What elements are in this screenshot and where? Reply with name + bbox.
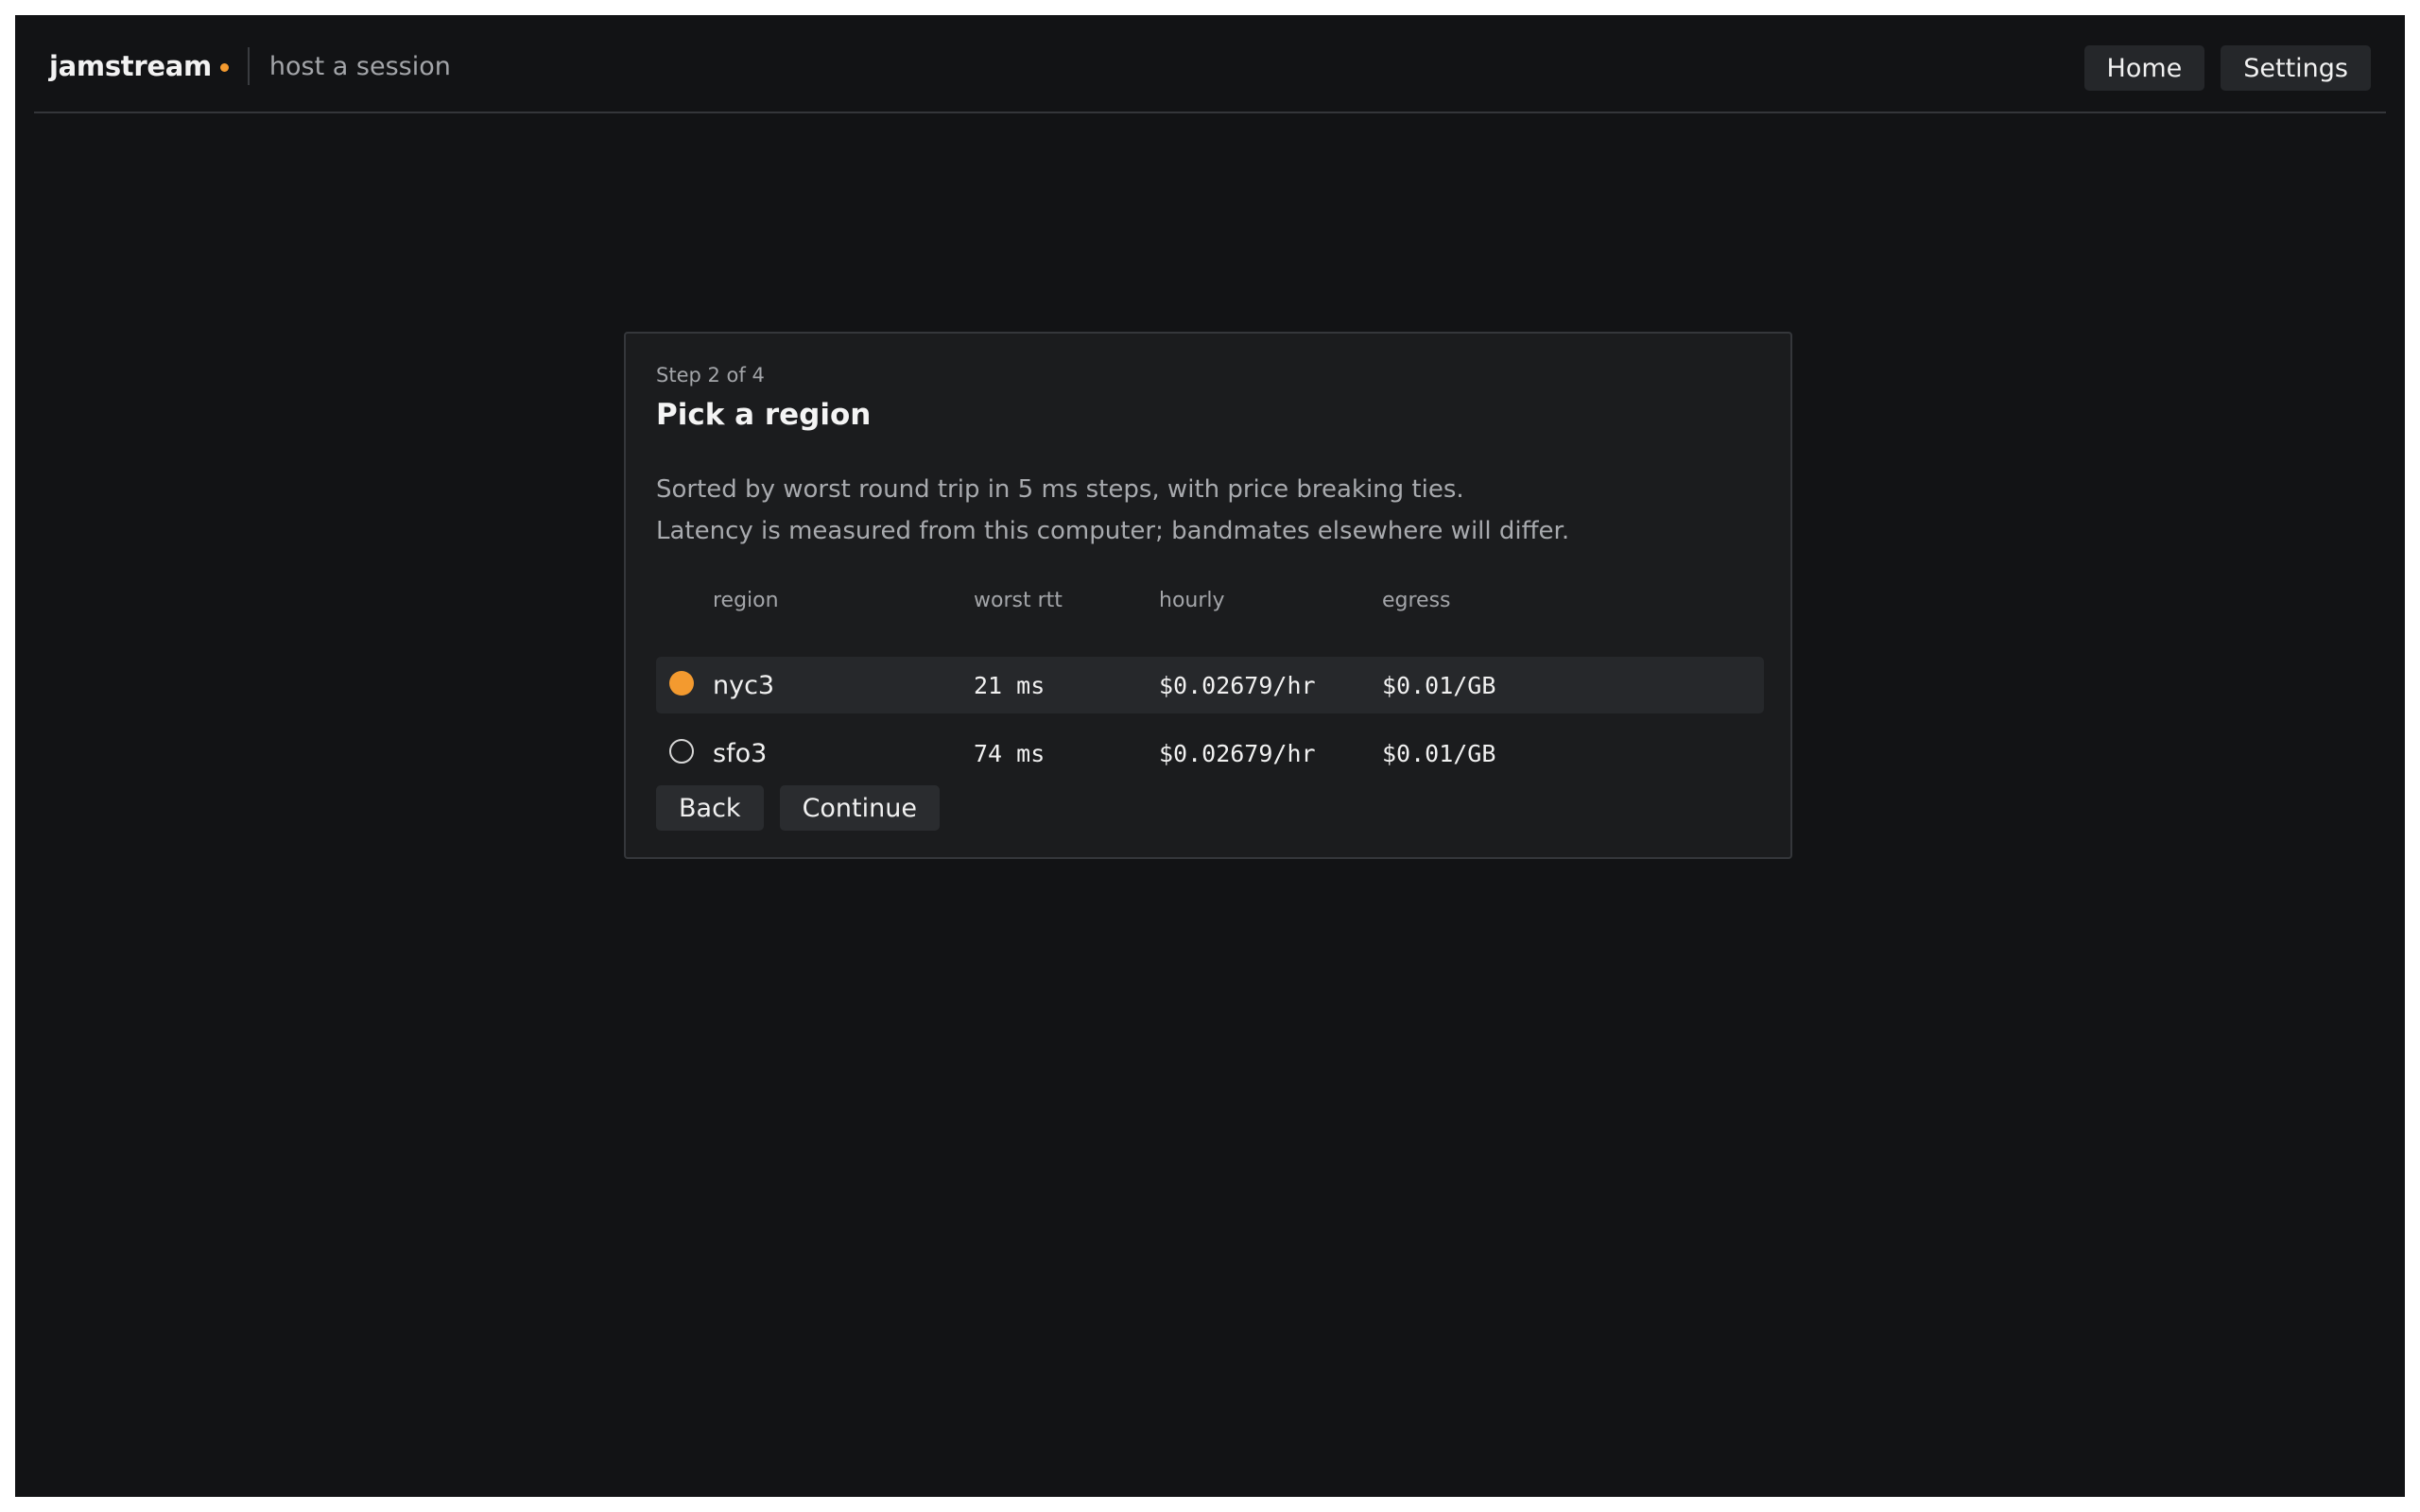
top-bar: jamstream host a session Home Settings xyxy=(34,15,2386,113)
region-hourly: $0.02679/hr xyxy=(1159,671,1316,699)
settings-button[interactable]: Settings xyxy=(2221,45,2371,91)
region-egress: $0.01/GB xyxy=(1382,739,1496,767)
region-row-sfo3[interactable]: sfo3 74 ms $0.02679/hr $0.01/GB xyxy=(656,725,1764,782)
brand: jamstream host a session xyxy=(49,47,451,85)
app-name: jamstream xyxy=(49,50,212,82)
card-title: Pick a region xyxy=(656,398,872,432)
column-header-region: region xyxy=(713,589,779,612)
table-header: region worst rtt hourly egress xyxy=(656,589,1764,619)
column-header-egress: egress xyxy=(1382,589,1451,612)
brand-divider xyxy=(247,47,250,85)
region-rtt: 21 ms xyxy=(974,671,1046,699)
wizard-actions: Back Continue xyxy=(656,785,940,831)
description-line: Sorted by worst round trip in 5 ms steps… xyxy=(656,475,1464,504)
step-indicator: Step 2 of 4 xyxy=(656,364,765,387)
region-picker-card: Step 2 of 4 Pick a region Sorted by wors… xyxy=(624,332,1792,859)
home-button[interactable]: Home xyxy=(2083,45,2205,91)
column-header-rtt: worst rtt xyxy=(974,589,1063,612)
column-header-hourly: hourly xyxy=(1159,589,1225,612)
card-description: Sorted by worst round trip in 5 ms steps… xyxy=(656,469,1569,552)
description-line: Latency is measured from this computer; … xyxy=(656,517,1570,545)
region-rtt: 74 ms xyxy=(974,739,1046,767)
status-dot-icon xyxy=(219,62,229,72)
region-name: sfo3 xyxy=(713,738,768,768)
region-hourly: $0.02679/hr xyxy=(1159,739,1316,767)
region-row-nyc3[interactable]: nyc3 21 ms $0.02679/hr $0.01/GB xyxy=(656,657,1764,713)
app-window: jamstream host a session Home Settings S… xyxy=(15,15,2405,1497)
radio-unselected-icon[interactable] xyxy=(669,739,694,764)
region-egress: $0.01/GB xyxy=(1382,671,1496,699)
top-nav: Home Settings xyxy=(2083,45,2371,91)
region-name: nyc3 xyxy=(713,670,775,700)
page-subtitle: host a session xyxy=(268,51,451,81)
radio-selected-icon[interactable] xyxy=(669,671,694,696)
back-button[interactable]: Back xyxy=(656,785,764,831)
continue-button[interactable]: Continue xyxy=(779,785,940,831)
